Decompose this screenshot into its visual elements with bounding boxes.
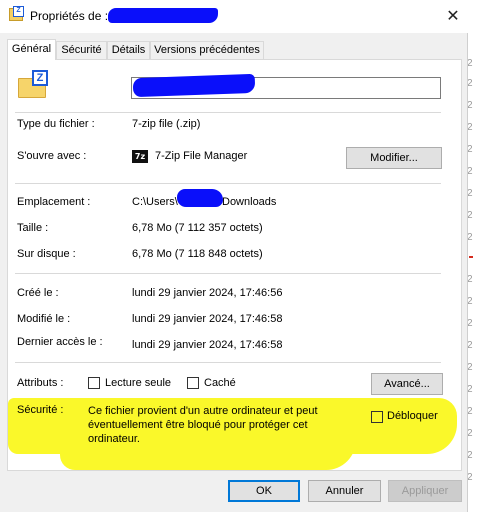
change-button[interactable]: Modifier... — [346, 147, 442, 169]
created-value: lundi 29 janvier 2024, 17:46:56 — [132, 287, 283, 299]
disk-size-label: Sur disque : — [17, 248, 76, 260]
file-type-value: 7-zip file (.zip) — [132, 118, 201, 130]
created-label: Créé le : — [17, 287, 59, 299]
redaction-mark — [177, 189, 223, 207]
accessed-label: Dernier accès le : — [17, 336, 103, 348]
7zip-app-icon: 7z — [132, 150, 148, 163]
apply-button[interactable]: Appliquer — [388, 480, 462, 502]
accessed-value: lundi 29 janvier 2024, 17:46:58 — [132, 339, 283, 351]
tab-details[interactable]: Détails — [107, 41, 150, 59]
disk-size-value: 6,78 Mo (7 118 848 octets) — [132, 248, 263, 260]
file-type-label: Type du fichier : — [17, 118, 95, 130]
properties-dialog: Propriétés de : ✕ Général Sécurité Détai… — [0, 0, 468, 512]
security-message: Ce fichier provient d'un autre ordinateu… — [88, 405, 318, 445]
close-button[interactable]: ✕ — [441, 4, 465, 28]
hidden-label: Caché — [204, 377, 236, 389]
cancel-button[interactable]: Annuler — [308, 480, 381, 502]
tab-previous-versions[interactable]: Versions précédentes — [150, 41, 264, 59]
tab-general[interactable]: Général — [7, 39, 56, 60]
zip-file-icon: Z — [18, 70, 50, 98]
title-bar: Propriétés de : ✕ — [0, 0, 468, 33]
size-label: Taille : — [17, 222, 49, 234]
opens-with-value: 7-Zip File Manager — [155, 150, 248, 162]
divider — [15, 183, 441, 184]
divider — [15, 273, 441, 274]
advanced-button[interactable]: Avancé... — [371, 373, 443, 395]
security-label: Sécurité : — [17, 404, 64, 416]
window-title: Propriétés de : — [30, 9, 109, 23]
ok-button[interactable]: OK — [228, 480, 300, 502]
location-value-suffix: Downloads — [222, 196, 277, 208]
divider — [15, 112, 441, 113]
readonly-label: Lecture seule — [105, 377, 172, 389]
attributes-label: Attributs : — [17, 377, 64, 389]
divider — [15, 362, 441, 363]
location-label: Emplacement : — [17, 196, 91, 208]
redaction-mark — [108, 8, 218, 23]
location-value-prefix: C:\Users\ — [132, 196, 178, 208]
size-value: 6,78 Mo (7 112 357 octets) — [132, 222, 263, 234]
unblock-label: Débloquer — [387, 410, 438, 422]
modified-label: Modifié le : — [17, 313, 71, 325]
general-panel: Z Type du fichier : 7-zip file (.zip) S'… — [7, 59, 462, 471]
tab-security[interactable]: Sécurité — [56, 41, 107, 59]
modified-value: lundi 29 janvier 2024, 17:46:58 — [132, 313, 283, 325]
zip-folder-icon — [9, 6, 24, 21]
unblock-checkbox[interactable] — [371, 411, 383, 423]
readonly-checkbox[interactable] — [88, 377, 100, 389]
opens-with-label: S'ouvre avec : — [17, 150, 87, 162]
hidden-checkbox[interactable] — [187, 377, 199, 389]
